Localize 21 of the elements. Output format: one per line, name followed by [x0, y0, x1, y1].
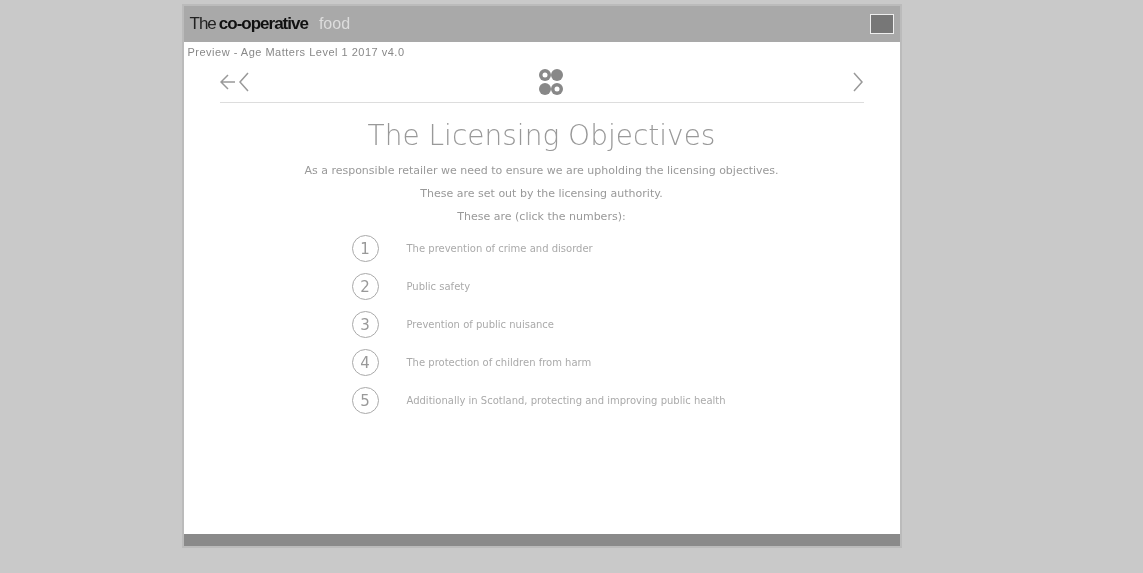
header-button[interactable]: [869, 14, 894, 34]
objective-text: The prevention of crime and disorder: [406, 243, 593, 254]
objective-text: The protection of children from harm: [406, 357, 592, 368]
brand-logo-text: co-operative: [218, 14, 308, 34]
objective-text: Prevention of public nuisance: [406, 319, 554, 330]
objective-text: Public safety: [406, 281, 471, 292]
brand-logo-text: The: [189, 14, 216, 34]
course-title: Preview - Age Matters Level 1 2017 v4.0: [186, 45, 406, 60]
clover-logo-icon: [537, 68, 564, 96]
number-button[interactable]: 5: [351, 387, 379, 414]
intro-text: These are (click the numbers):: [457, 210, 626, 223]
number-button[interactable]: 2: [351, 273, 379, 300]
intro-text: As a responsible retailer we need to ensure we are upholding the licensing objectives.: [304, 164, 779, 177]
previous-chevron-icon[interactable]: [237, 71, 250, 93]
number-button[interactable]: 3: [351, 311, 379, 338]
intro-text: These are set out by the licensing authority.: [420, 187, 663, 200]
number-button[interactable]: 1: [351, 235, 379, 262]
slide-heading: The Licensing Objectives: [367, 119, 716, 152]
number-button[interactable]: 4: [351, 349, 379, 376]
next-chevron-icon[interactable]: [851, 71, 864, 93]
objective-text: Additionally in Scotland, protecting and improving public health: [406, 395, 726, 406]
